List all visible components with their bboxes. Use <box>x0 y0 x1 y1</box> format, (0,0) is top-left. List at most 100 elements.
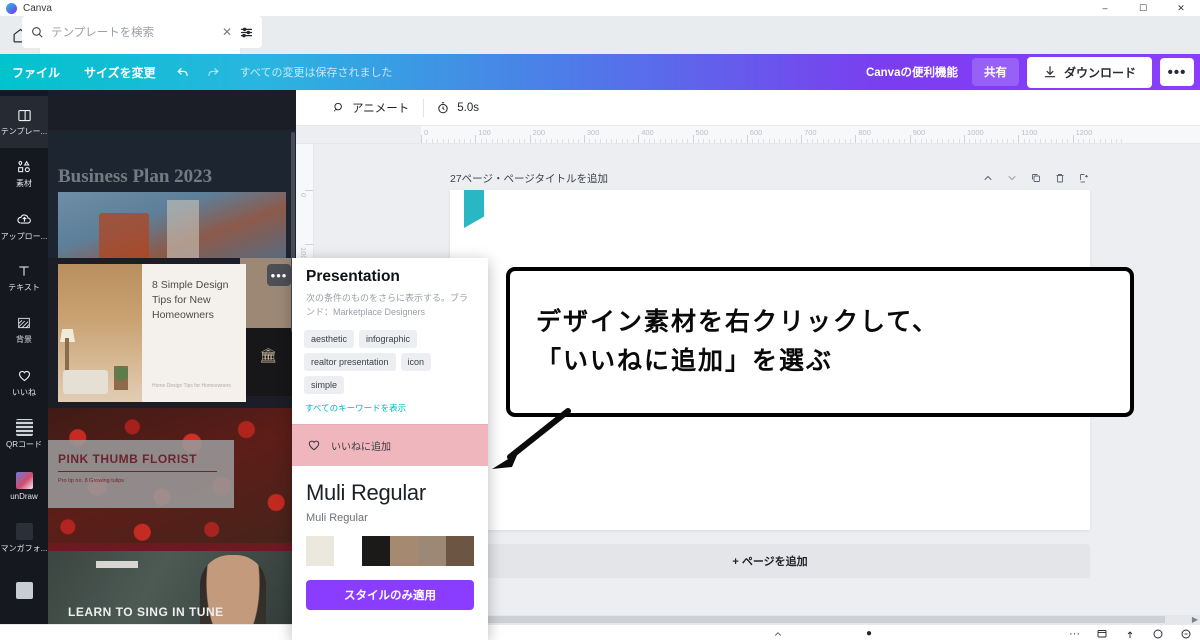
zoom-icon[interactable] <box>1180 628 1192 640</box>
thumb-title: Business Plan 2023 <box>58 166 213 187</box>
heart-icon <box>16 367 33 384</box>
notes-icon[interactable]: ··· <box>1069 628 1080 640</box>
sidebar-item-text[interactable]: テキスト <box>0 252 48 304</box>
add-to-likes-label: いいねに追加 <box>331 441 391 453</box>
popup-tag[interactable]: simple <box>304 375 345 394</box>
resize-button[interactable]: サイズを変更 <box>72 54 168 90</box>
template-thumb-business-plan[interactable]: Business Plan 2023 <box>48 130 296 258</box>
ruler-tick-label: 100 <box>478 128 491 137</box>
horizontal-ruler[interactable]: 0 100 200 300 400 500 600 700 800 900 1000 1100 1200 <box>296 126 1200 144</box>
ruler-tick <box>583 135 585 143</box>
apply-style-only-button[interactable]: スタイルのみ適用 <box>306 579 474 610</box>
ruler-tick <box>909 135 911 143</box>
sidebar-item-extra[interactable] <box>0 564 48 616</box>
thumb-title: PINK THUMB FLORIST <box>58 452 197 466</box>
filter-icon[interactable] <box>239 25 254 40</box>
color-swatch[interactable] <box>390 535 418 566</box>
thumb-subtitle: Pro tip no. 8 Growing tulips <box>58 478 125 484</box>
duration-button[interactable]: 5.0s <box>436 101 493 115</box>
sidebar-item-background[interactable]: 背景 <box>0 304 48 356</box>
color-swatch[interactable] <box>306 535 334 566</box>
search-clear-icon[interactable]: ✕ <box>222 25 232 39</box>
chevron-down-icon[interactable] <box>1006 172 1018 184</box>
ruler-tick <box>1029 139 1031 143</box>
color-swatch[interactable] <box>334 535 362 566</box>
ruler-tick <box>448 139 450 143</box>
bottom-panel-collapse-tab[interactable] <box>750 627 806 640</box>
popup-tag[interactable]: realtor presentation <box>304 352 396 371</box>
thumb-more-button[interactable]: ••• <box>267 264 291 286</box>
ruler-tick <box>703 139 705 143</box>
download-button[interactable]: ダウンロード <box>1026 56 1152 88</box>
sidebar-item-likes[interactable]: いいね <box>0 356 48 408</box>
scroll-right-arrow[interactable]: ▶ <box>1192 615 1198 624</box>
ruler-tick <box>551 139 553 143</box>
sidebar-item-templates[interactable]: テンプレー... <box>0 96 48 148</box>
ruler-tick <box>1088 139 1090 143</box>
ruler-tick-label: 1200 <box>1075 128 1093 137</box>
animate-label: アニメート <box>352 102 410 115</box>
duplicate-icon[interactable] <box>1030 172 1042 184</box>
ruler-tick <box>621 139 623 143</box>
grid-icon[interactable] <box>1096 628 1108 640</box>
maximize-button[interactable]: ☐ <box>1124 0 1162 16</box>
close-button[interactable]: ✕ <box>1162 0 1200 16</box>
animate-button[interactable]: アニメート <box>330 100 423 116</box>
page-title-label[interactable]: 27ページ・ページタイトルを追加 <box>450 171 608 186</box>
popup-tag[interactable]: icon <box>400 352 432 371</box>
ruler-tick <box>849 139 851 143</box>
ruler-tick <box>459 139 460 143</box>
file-menu-button[interactable]: ファイル <box>0 54 72 90</box>
ruler-tick <box>801 135 803 143</box>
show-all-keywords-link[interactable]: すべてのキーワードを表示 <box>292 396 488 424</box>
undo-icon[interactable] <box>168 54 198 90</box>
ruler-tick <box>980 139 982 143</box>
ruler-tick <box>659 139 661 143</box>
ruler-tick <box>665 139 667 143</box>
sidebar-item-elements[interactable]: 素材 <box>0 148 48 200</box>
ruler-tick <box>421 135 422 143</box>
ruler-tick-label: 800 <box>858 128 871 137</box>
help-icon[interactable] <box>1152 628 1164 640</box>
left-sidebar-rail: テンプレー... 素材 アップロー... テキスト 背景 いいね QRコード u… <box>0 90 48 640</box>
font-name-body: Muli Regular <box>306 511 368 524</box>
sidebar-item-mangafont[interactable]: マンガフォ... <box>0 512 48 564</box>
ruler-tick <box>1061 139 1063 143</box>
sidebar-item-qrcode[interactable]: QRコード <box>0 408 48 460</box>
ruler-tick <box>969 139 971 143</box>
minimize-button[interactable]: – <box>1086 0 1124 16</box>
chevron-up-icon[interactable] <box>982 172 994 184</box>
fullscreen-icon[interactable] <box>1124 628 1136 640</box>
ruler-tick <box>1094 139 1096 143</box>
ruler-tick <box>871 139 873 143</box>
template-thumb-florist[interactable]: PINK THUMB FLORIST Pro tip no. 8 Growing… <box>48 408 296 543</box>
qrcode-icon <box>15 418 33 436</box>
window-controls: – ☐ ✕ <box>1086 0 1200 16</box>
template-thumb-home-design[interactable]: 8 Simple Design Tips for New Homeowners … <box>48 258 296 408</box>
thumb-light-bar <box>96 561 138 568</box>
add-to-likes-row[interactable]: いいねに追加 <box>292 423 488 466</box>
redo-icon[interactable] <box>198 54 228 90</box>
trash-icon[interactable] <box>1054 172 1066 184</box>
popup-tag[interactable]: infographic <box>359 329 418 348</box>
share-button[interactable]: 共有 <box>971 58 1019 86</box>
sidebar-item-uploads[interactable]: アップロー... <box>0 200 48 252</box>
color-swatch[interactable] <box>362 535 390 566</box>
sidebar-label-templates: テンプレー... <box>0 126 48 136</box>
lock-icon[interactable] <box>1078 172 1090 184</box>
canvas-shape-element[interactable] <box>464 190 484 228</box>
design-title[interactable]: Canvaの便利機能 <box>852 64 972 80</box>
color-swatch[interactable] <box>446 535 474 566</box>
ruler-tick <box>1045 139 1047 143</box>
popup-description: 次の条件のものをさらに表示する。ブランド：Marketplace Designe… <box>306 293 469 318</box>
sidebar-item-undraw[interactable]: unDraw <box>0 460 48 512</box>
color-swatch[interactable] <box>418 535 446 566</box>
search-input[interactable]: テンプレートを検索 <box>51 24 215 40</box>
popup-tag[interactable]: aesthetic <box>304 329 355 348</box>
more-options-button[interactable]: ••• <box>1160 58 1194 86</box>
text-icon <box>16 263 32 279</box>
template-search-box[interactable]: テンプレートを検索 ✕ <box>22 16 262 48</box>
add-page-button[interactable]: + ページを追加 <box>450 544 1090 578</box>
sidebar-label-likes: いいね <box>12 387 36 397</box>
ruler-tick <box>632 139 634 143</box>
